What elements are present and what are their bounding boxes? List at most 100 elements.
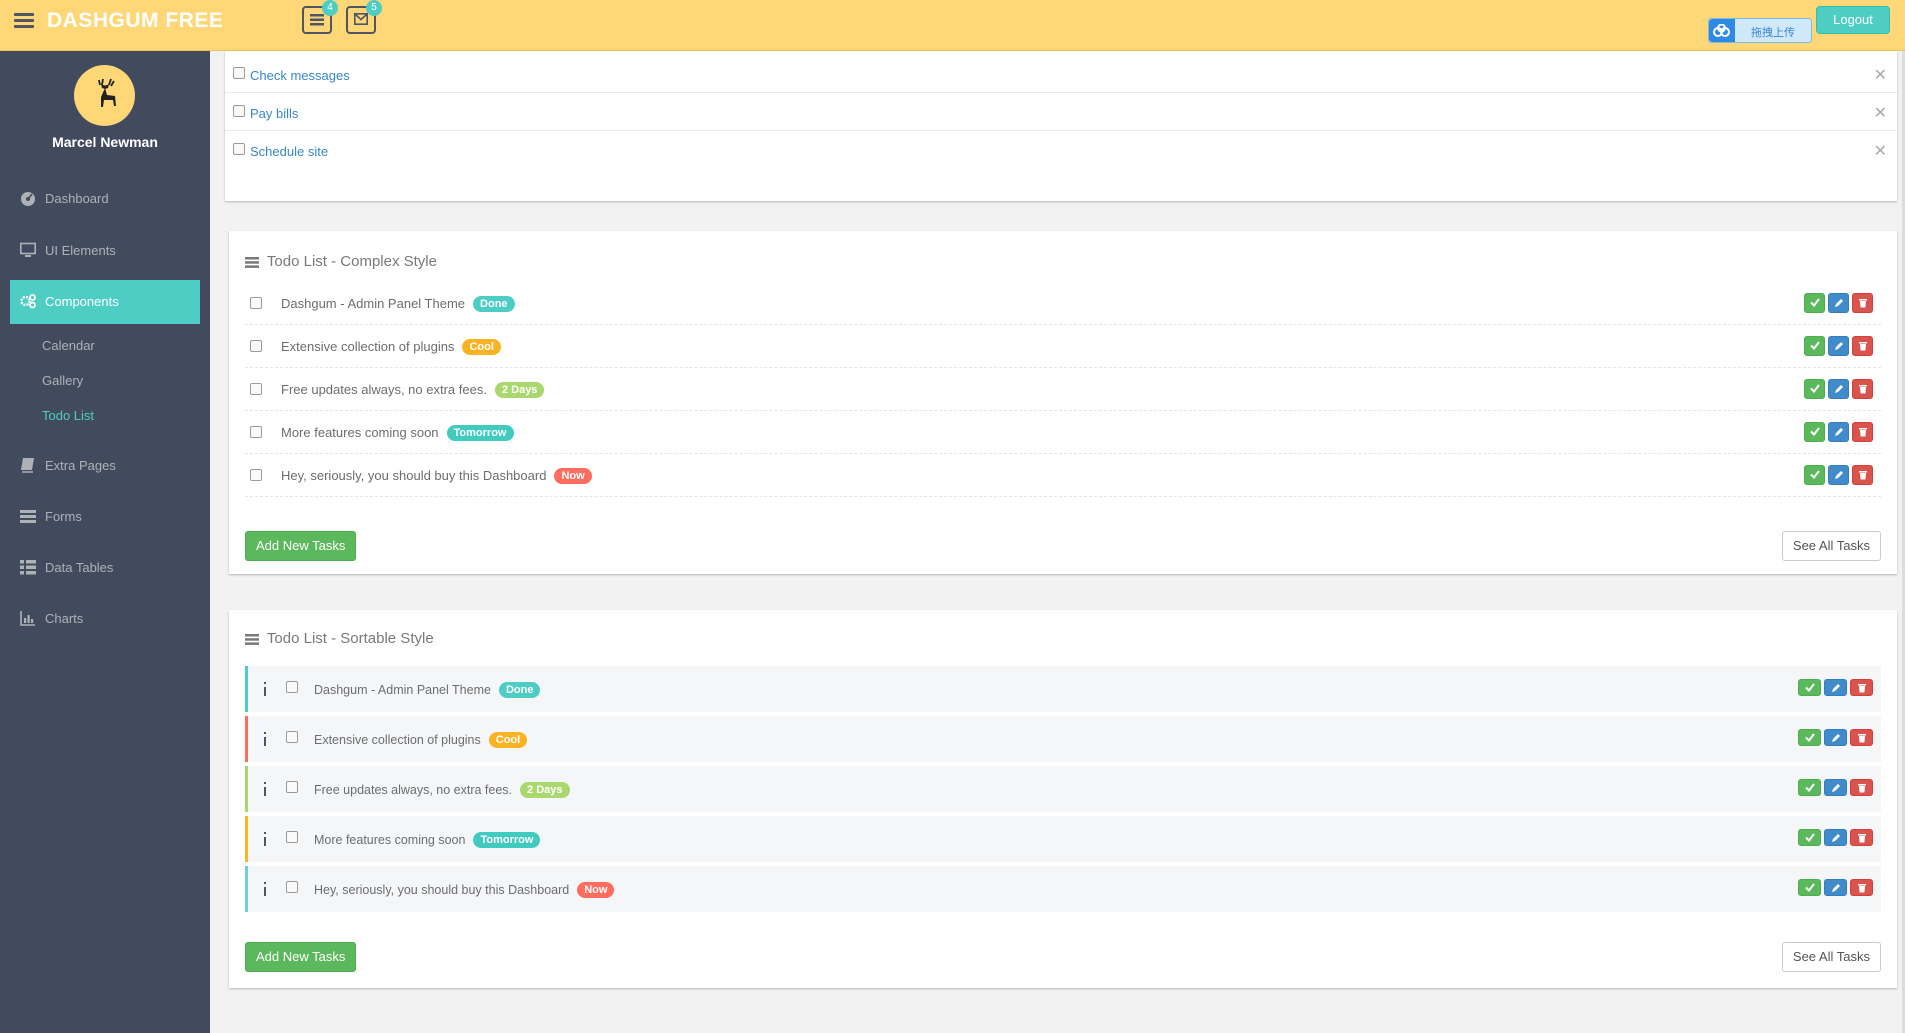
brand-logo[interactable]: DASHGUM FREE <box>47 9 223 33</box>
upload-button[interactable]: 拖拽上传 <box>1708 18 1812 43</box>
pencil-icon <box>1835 428 1843 436</box>
panel-title-text: Todo List - Complex Style <box>266 253 437 270</box>
bar-chart-icon <box>20 611 35 626</box>
check-button[interactable] <box>1804 422 1825 442</box>
edit-button[interactable] <box>1828 379 1849 399</box>
sidebar-item-extra-pages[interactable]: Extra Pages <box>10 444 200 488</box>
task-text: Hey, seriously, you should buy this Dash… <box>281 468 592 484</box>
delete-button[interactable] <box>1852 293 1873 313</box>
tasks-icon <box>310 14 324 26</box>
list-item[interactable]: More features coming soon Tomorrow <box>245 816 1881 862</box>
drag-handle-icon[interactable] <box>263 782 267 796</box>
delete-button[interactable] <box>1852 422 1873 442</box>
delete-button[interactable] <box>1852 465 1873 485</box>
task-checkbox[interactable] <box>286 831 298 843</box>
task-label: Free updates always, no extra fees. <box>314 783 513 797</box>
simple-todo-panel: Check messages ✕ Pay bills ✕ Schedule si… <box>225 51 1897 201</box>
delete-button[interactable] <box>1850 679 1873 696</box>
sidebar-subitem-todo-list[interactable]: Todo List <box>42 408 94 423</box>
sidebar-toggle-icon[interactable] <box>14 13 34 29</box>
check-button[interactable] <box>1798 679 1821 696</box>
delete-button[interactable] <box>1850 779 1873 796</box>
sidebar-item-forms[interactable]: Forms <box>10 495 200 539</box>
check-button[interactable] <box>1798 779 1821 796</box>
delete-button[interactable] <box>1850 879 1873 896</box>
drag-handle-icon[interactable] <box>263 882 267 896</box>
list-item[interactable]: Dashgum - Admin Panel Theme Done <box>245 666 1881 712</box>
edit-button[interactable] <box>1824 729 1847 746</box>
check-button[interactable] <box>1804 465 1825 485</box>
edit-button[interactable] <box>1828 422 1849 442</box>
close-icon[interactable]: ✕ <box>1874 141 1887 161</box>
task-checkbox[interactable] <box>286 881 298 893</box>
add-new-tasks-button[interactable]: Add New Tasks <box>245 942 357 972</box>
avatar[interactable] <box>74 65 135 126</box>
edit-button[interactable] <box>1824 679 1847 696</box>
delete-button[interactable] <box>1852 336 1873 356</box>
check-button[interactable] <box>1804 379 1825 399</box>
task-checkbox[interactable] <box>233 105 245 117</box>
check-button[interactable] <box>1798 729 1821 746</box>
drag-handle-icon[interactable] <box>263 732 267 746</box>
sidebar-item-label: Forms <box>45 509 82 524</box>
sidebar-subitem-calendar[interactable]: Calendar <box>42 338 95 353</box>
edit-button[interactable] <box>1824 779 1847 796</box>
task-checkbox[interactable] <box>286 681 298 693</box>
drag-handle-icon[interactable] <box>263 832 267 846</box>
sidebar-item-ui-elements[interactable]: UI Elements <box>10 229 200 273</box>
close-icon[interactable]: ✕ <box>1874 103 1887 123</box>
trash-icon <box>1859 342 1867 351</box>
task-actions <box>1795 779 1873 801</box>
edit-button[interactable] <box>1824 879 1847 896</box>
table-row: Free updates always, no extra fees. 2 Day… <box>245 368 1881 411</box>
task-checkbox[interactable] <box>250 469 262 481</box>
task-checkbox[interactable] <box>250 383 262 395</box>
task-label: More features coming soon <box>281 425 439 440</box>
sidebar-item-label: Components <box>45 294 119 309</box>
close-icon[interactable]: ✕ <box>1874 65 1887 85</box>
delete-button[interactable] <box>1850 829 1873 846</box>
list-item[interactable]: Hey, seriously, you should buy this Dash… <box>245 866 1881 912</box>
check-button[interactable] <box>1798 879 1821 896</box>
sidebar-item-components[interactable]: Components <box>10 280 200 324</box>
task-checkbox[interactable] <box>286 781 298 793</box>
status-badge: Now <box>577 882 615 898</box>
see-all-tasks-button[interactable]: See All Tasks <box>1781 942 1881 972</box>
drag-handle-icon[interactable] <box>263 682 267 696</box>
check-button[interactable] <box>1804 336 1825 356</box>
status-badge: Now <box>554 468 592 484</box>
sidebar-item-charts[interactable]: Charts <box>10 597 200 641</box>
see-all-tasks-button[interactable]: See All Tasks <box>1781 531 1881 561</box>
task-link[interactable]: Pay bills <box>250 106 298 121</box>
sidebar-subitem-gallery[interactable]: Gallery <box>42 373 83 388</box>
edit-button[interactable] <box>1828 293 1849 313</box>
edit-button[interactable] <box>1828 336 1849 356</box>
list-item[interactable]: Free updates always, no extra fees. 2 Day… <box>245 766 1881 812</box>
tasks-notification-button[interactable]: 4 <box>302 0 338 34</box>
check-button[interactable] <box>1804 293 1825 313</box>
task-checkbox[interactable] <box>233 143 245 155</box>
trash-icon <box>1859 428 1867 437</box>
panel-title-text: Todo List - Sortable Style <box>266 630 434 647</box>
add-new-tasks-button[interactable]: Add New Tasks <box>245 531 357 561</box>
delete-button[interactable] <box>1852 379 1873 399</box>
edit-button[interactable] <box>1824 829 1847 846</box>
edit-button[interactable] <box>1828 465 1849 485</box>
sidebar-item-dashboard[interactable]: Dashboard <box>10 177 200 221</box>
task-checkbox[interactable] <box>286 731 298 743</box>
delete-button[interactable] <box>1850 729 1873 746</box>
task-checkbox[interactable] <box>250 340 262 352</box>
pencil-icon <box>1832 784 1840 792</box>
sidebar-item-data-tables[interactable]: Data Tables <box>10 546 200 590</box>
mail-notification-button[interactable]: 5 <box>346 0 382 34</box>
task-checkbox[interactable] <box>250 426 262 438</box>
check-button[interactable] <box>1798 829 1821 846</box>
logout-button[interactable]: Logout <box>1816 6 1890 34</box>
mail-count-badge: 5 <box>366 0 382 16</box>
task-checkbox[interactable] <box>233 67 245 79</box>
task-link[interactable]: Schedule site <box>250 144 328 159</box>
list-item[interactable]: Extensive collection of plugins Cool <box>245 716 1881 762</box>
task-link[interactable]: Check messages <box>250 68 350 83</box>
task-checkbox[interactable] <box>250 297 262 309</box>
pencil-icon <box>1835 471 1843 479</box>
